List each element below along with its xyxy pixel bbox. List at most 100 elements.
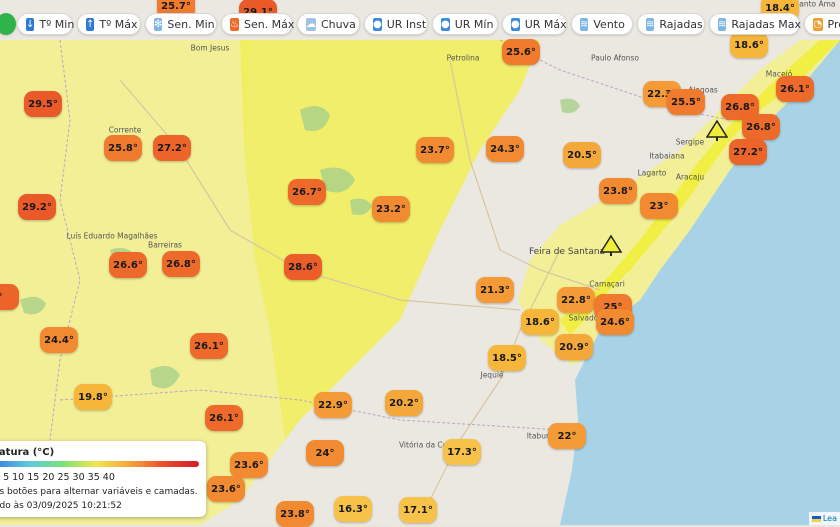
layer-button-label: Rajadas [659, 18, 702, 31]
city-label: Jequié [480, 371, 503, 380]
legend-scale-labels: 0 5 10 15 20 25 30 35 40 [0, 472, 115, 483]
temperature-marker[interactable]: 22° [548, 423, 586, 449]
layer-button-0[interactable]: ↓ Tº Min [17, 13, 73, 35]
temperature-marker[interactable]: 17.3° [443, 439, 481, 465]
layer-button-9[interactable]: ≋ Rajadas [637, 13, 705, 35]
layer-button-label: UR Mín [455, 18, 494, 31]
active-layer-indicator[interactable] [0, 13, 16, 35]
layer-button-label: Chuva [321, 18, 356, 31]
flame-icon: ♨ [230, 18, 239, 31]
layer-button-3[interactable]: ♨ Sen. Máx [221, 13, 293, 35]
temperature-marker[interactable]: 24° [306, 440, 344, 466]
temperature-marker[interactable]: 21.3° [476, 277, 514, 303]
city-label: Petrolina [447, 54, 480, 63]
weather-alert-icon[interactable] [706, 119, 728, 141]
layer-button-11[interactable]: ◔ Pre [804, 13, 840, 35]
legend-note: os botões para alternar variáveis e cama… [0, 487, 198, 497]
down-arrow-icon: ↓ [26, 18, 34, 31]
temperature-marker[interactable]: 26.6° [109, 252, 147, 278]
temperature-marker[interactable]: 22.9° [314, 392, 352, 418]
droplet-icon: ● [511, 18, 520, 31]
layer-button-5[interactable]: ● UR Inst [364, 13, 428, 35]
city-label: Barreiras [148, 241, 182, 250]
temperature-marker[interactable]: 18.5° [488, 345, 526, 371]
snowflake-icon: ✻ [154, 18, 162, 31]
layer-button-4[interactable]: ☁Chuva [297, 13, 360, 35]
city-label: Bom Jesus [191, 44, 230, 53]
city-label: Itabaiana [649, 152, 684, 161]
temperature-marker[interactable]: 23.8° [599, 178, 637, 204]
wind-icon: ≋ [580, 18, 588, 31]
layer-button-label: Tº Máx [99, 18, 137, 31]
city-label: Corrente [109, 126, 142, 135]
temperature-marker[interactable]: 20.5° [563, 142, 601, 168]
layer-button-label: Sen. Máx [244, 18, 294, 31]
city-label: Luís Eduardo Magalhães [66, 232, 157, 241]
temperature-marker[interactable]: 16.3° [334, 496, 372, 522]
city-label: Santo Ama [794, 0, 835, 9]
temperature-marker[interactable]: 26.1° [776, 76, 814, 102]
temperature-marker[interactable]: 17.1° [399, 497, 437, 523]
temperature-marker[interactable]: 22.8° [557, 287, 595, 313]
layer-button-label: Tº Min [39, 18, 74, 31]
droplet-icon: ● [441, 18, 450, 31]
layer-button-10[interactable]: ≋ Rajadas Max [709, 13, 800, 35]
wind-icon: ≋ [646, 18, 654, 31]
legend-title: ratura (°C) [0, 447, 54, 458]
layer-button-label: UR Inst [387, 18, 426, 31]
droplet-icon: ● [373, 18, 382, 31]
city-label: Sergipe [676, 138, 705, 147]
temperature-marker[interactable]: 23.8° [276, 501, 314, 527]
layer-button-6[interactable]: ● UR Mín [432, 13, 498, 35]
temperature-marker[interactable]: 27.2° [729, 139, 767, 165]
legend-color-scale [0, 461, 199, 467]
temperature-legend: ratura (°C) 0 5 10 15 20 25 30 35 40 os … [0, 441, 206, 517]
temperature-marker[interactable]: 20.9° [555, 334, 593, 360]
layer-button-label: Rajadas Max [731, 18, 801, 31]
city-label: Lagarto [638, 169, 667, 178]
city-label: Feira de Santana [529, 247, 605, 257]
temperature-marker[interactable]: 28.6° [284, 254, 322, 280]
layer-button-label: Sen. Min [167, 18, 214, 31]
temperature-marker[interactable]: 26.8° [742, 114, 780, 140]
map-attribution[interactable]: Lea [809, 512, 840, 525]
temperature-marker[interactable]: 27.2° [153, 135, 191, 161]
temperature-marker[interactable]: 24.6° [596, 309, 634, 335]
layer-toolbar: ↓Tº Min↑Tº Máx✻Sen. Min♨Sen. Máx☁Chuva●U… [0, 10, 840, 38]
temperature-marker[interactable]: 23.6° [230, 452, 268, 478]
city-label: Aracaju [676, 173, 704, 182]
layer-button-label: Pre [828, 18, 840, 31]
temperature-marker[interactable]: 26.7° [288, 179, 326, 205]
gauge-icon: ◔ [813, 18, 823, 31]
temperature-marker[interactable]: 23.6° [207, 476, 245, 502]
temperature-marker[interactable]: 26.8° [162, 251, 200, 277]
temperature-marker[interactable]: 24.3° [486, 136, 524, 162]
temperature-marker[interactable]: 24.4° [40, 327, 78, 353]
temperature-marker[interactable]: 18.6° [521, 309, 559, 335]
temperature-marker[interactable]: 23.2° [372, 196, 410, 222]
temperature-marker[interactable]: 29.2° [18, 194, 56, 220]
temperature-marker[interactable]: 25.8° [104, 135, 142, 161]
up-arrow-icon: ↑ [86, 18, 94, 31]
wind-icon: ≋ [718, 18, 726, 31]
temperature-marker[interactable]: 26.1° [205, 405, 243, 431]
temperature-marker[interactable]: 20.2° [385, 390, 423, 416]
temperature-marker[interactable]: 23° [640, 193, 678, 219]
city-label: Paulo Afonso [591, 54, 639, 63]
temperature-marker[interactable]: 25.5° [667, 89, 705, 115]
temperature-marker[interactable]: 19.8° [74, 384, 112, 410]
city-label: Camaçari [589, 280, 625, 289]
temperature-marker[interactable]: 25.6° [502, 39, 540, 65]
layer-button-2[interactable]: ✻ Sen. Min [145, 13, 217, 35]
temperature-marker[interactable]: 29.5° [24, 91, 62, 117]
temperature-marker[interactable]: ° [0, 284, 19, 310]
temperature-marker[interactable]: 23.7° [416, 137, 454, 163]
attribution-text: Lea [823, 514, 837, 523]
layer-button-8[interactable]: ≋ Vento [571, 13, 633, 35]
layer-button-7[interactable]: ●UR Máx [502, 13, 567, 35]
layer-button-label: Vento [593, 18, 624, 31]
flag-icon [812, 516, 821, 522]
weather-alert-icon[interactable] [600, 234, 622, 256]
temperature-marker[interactable]: 26.1° [190, 333, 228, 359]
layer-button-1[interactable]: ↑ Tº Máx [77, 13, 141, 35]
